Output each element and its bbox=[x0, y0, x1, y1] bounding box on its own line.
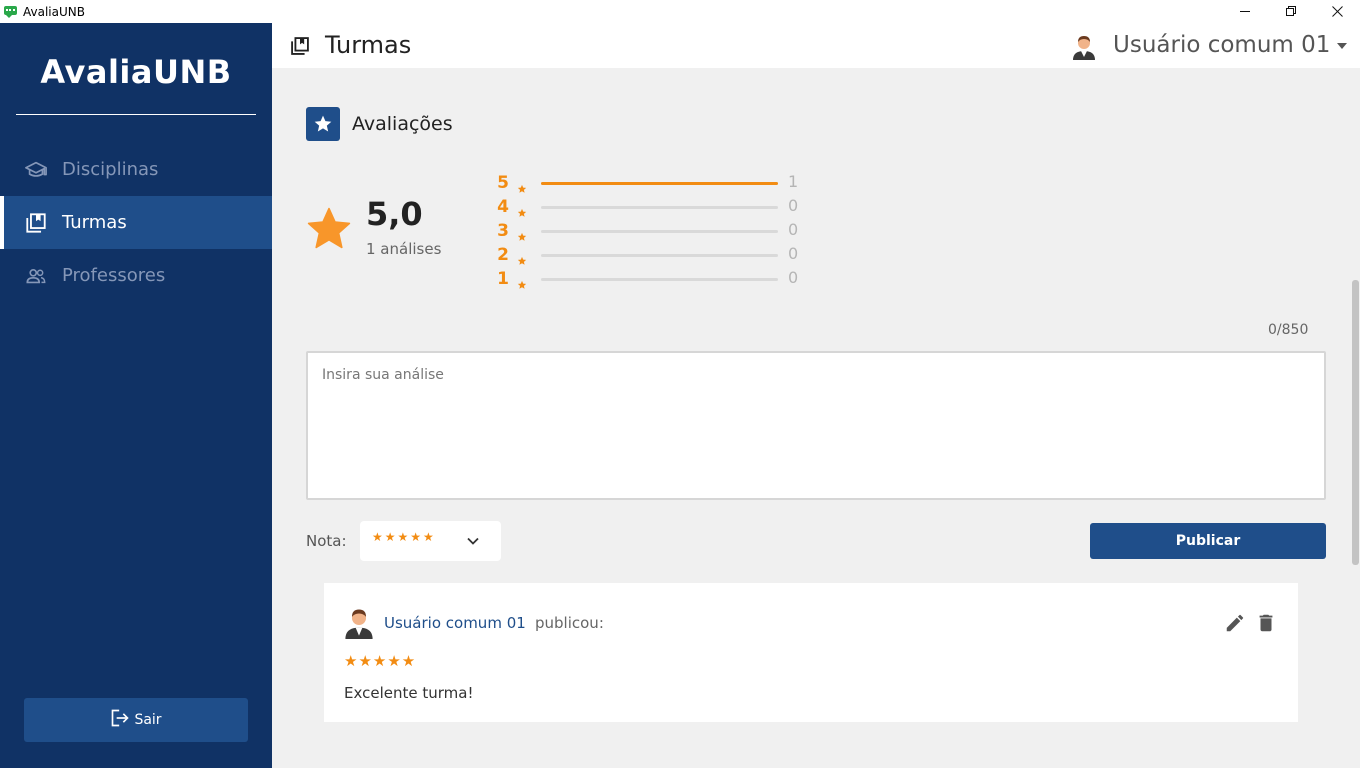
chevron-down-icon[interactable] bbox=[1337, 43, 1347, 49]
chevron-down-icon bbox=[466, 533, 480, 547]
review-count: 1 análises bbox=[366, 240, 442, 258]
rating-distribution-row: 4 0 bbox=[496, 196, 816, 221]
review-rating-stars: ★★★★★ bbox=[344, 652, 417, 670]
star-icon bbox=[305, 205, 353, 253]
graduation-cap-icon bbox=[25, 159, 47, 181]
star-icon bbox=[517, 179, 527, 193]
logout-label: Sair bbox=[134, 712, 162, 728]
review-action-text: publicou: bbox=[535, 614, 604, 632]
library-books-icon bbox=[25, 212, 47, 234]
sidebar: AvaliaUNB Disciplinas Turmas Professores… bbox=[0, 23, 272, 768]
rating-distribution-row: 3 0 bbox=[496, 220, 816, 245]
review-author[interactable]: Usuário comum 01 bbox=[384, 614, 526, 632]
review-textarea[interactable] bbox=[306, 351, 1326, 500]
star-badge-icon bbox=[306, 107, 340, 141]
nota-label: Nota: bbox=[306, 532, 347, 550]
logout-button[interactable]: Sair bbox=[24, 698, 248, 742]
rating-level: 2 bbox=[497, 245, 509, 265]
rating-level: 4 bbox=[497, 197, 509, 217]
logout-icon bbox=[110, 708, 130, 732]
rating-level: 5 bbox=[497, 173, 509, 193]
people-icon bbox=[25, 265, 47, 287]
trash-icon[interactable] bbox=[1255, 612, 1277, 634]
rating-bar-track bbox=[541, 254, 778, 257]
library-books-icon bbox=[290, 36, 310, 56]
review-card: Usuário comum 01 publicou: ★★★★★ Excelen… bbox=[324, 583, 1298, 722]
rating-bar-track bbox=[541, 206, 778, 209]
scrollbar-thumb[interactable] bbox=[1352, 280, 1359, 565]
star-icon bbox=[517, 203, 527, 217]
rating-bar-track bbox=[541, 182, 778, 185]
restore-icon[interactable] bbox=[1268, 0, 1314, 23]
rating-count: 0 bbox=[788, 196, 799, 215]
rating-level: 1 bbox=[497, 269, 509, 289]
chat-bubble-icon bbox=[3, 5, 19, 19]
page-header: Turmas Usuário comum 01 bbox=[272, 23, 1360, 68]
rating-level: 3 bbox=[497, 221, 509, 241]
review-text: Excelente turma! bbox=[344, 684, 474, 702]
star-icon bbox=[517, 227, 527, 241]
rating-bar-track bbox=[541, 278, 778, 281]
rating-distribution-row: 1 0 bbox=[496, 268, 816, 293]
minimize-icon[interactable] bbox=[1222, 0, 1268, 23]
rating-count: 0 bbox=[788, 268, 799, 287]
section-title: Avaliações bbox=[352, 113, 453, 135]
sidebar-item-label: Turmas bbox=[62, 212, 127, 233]
window-controls bbox=[1222, 0, 1360, 23]
sidebar-item-label: Disciplinas bbox=[62, 159, 159, 180]
user-avatar bbox=[343, 605, 375, 639]
user-menu-name[interactable]: Usuário comum 01 bbox=[1113, 32, 1330, 58]
window-titlebar: AvaliaUNB bbox=[0, 0, 1360, 23]
window-title: AvaliaUNB bbox=[23, 4, 85, 19]
close-icon[interactable] bbox=[1314, 0, 1360, 23]
rating-count: 0 bbox=[788, 220, 799, 239]
publish-button[interactable]: Publicar bbox=[1090, 523, 1326, 559]
sidebar-item-disciplinas[interactable]: Disciplinas bbox=[0, 143, 272, 196]
sidebar-item-label: Professores bbox=[62, 265, 166, 286]
rating-count: 1 bbox=[788, 172, 799, 191]
page-title: Turmas bbox=[325, 31, 412, 59]
rating-bar-fill bbox=[541, 182, 778, 185]
rating-select[interactable]: ★★★★★ bbox=[360, 521, 501, 561]
rating-bar-track bbox=[541, 230, 778, 233]
star-icon bbox=[517, 275, 527, 289]
brand-logo-text: AvaliaUNB bbox=[40, 53, 232, 91]
rating-distribution-row: 2 0 bbox=[496, 244, 816, 269]
rating-distribution-row: 5 1 bbox=[496, 172, 816, 197]
edit-icon[interactable] bbox=[1224, 612, 1246, 634]
average-rating: 5,0 bbox=[366, 195, 423, 233]
rating-select-value: ★★★★★ bbox=[372, 530, 436, 544]
sidebar-item-professores[interactable]: Professores bbox=[0, 249, 272, 302]
brand-divider bbox=[16, 114, 256, 115]
user-avatar[interactable] bbox=[1070, 32, 1098, 60]
char-counter: 0/850 bbox=[1268, 322, 1309, 338]
sidebar-item-turmas[interactable]: Turmas bbox=[0, 196, 272, 249]
rating-count: 0 bbox=[788, 244, 799, 263]
star-icon bbox=[517, 251, 527, 265]
